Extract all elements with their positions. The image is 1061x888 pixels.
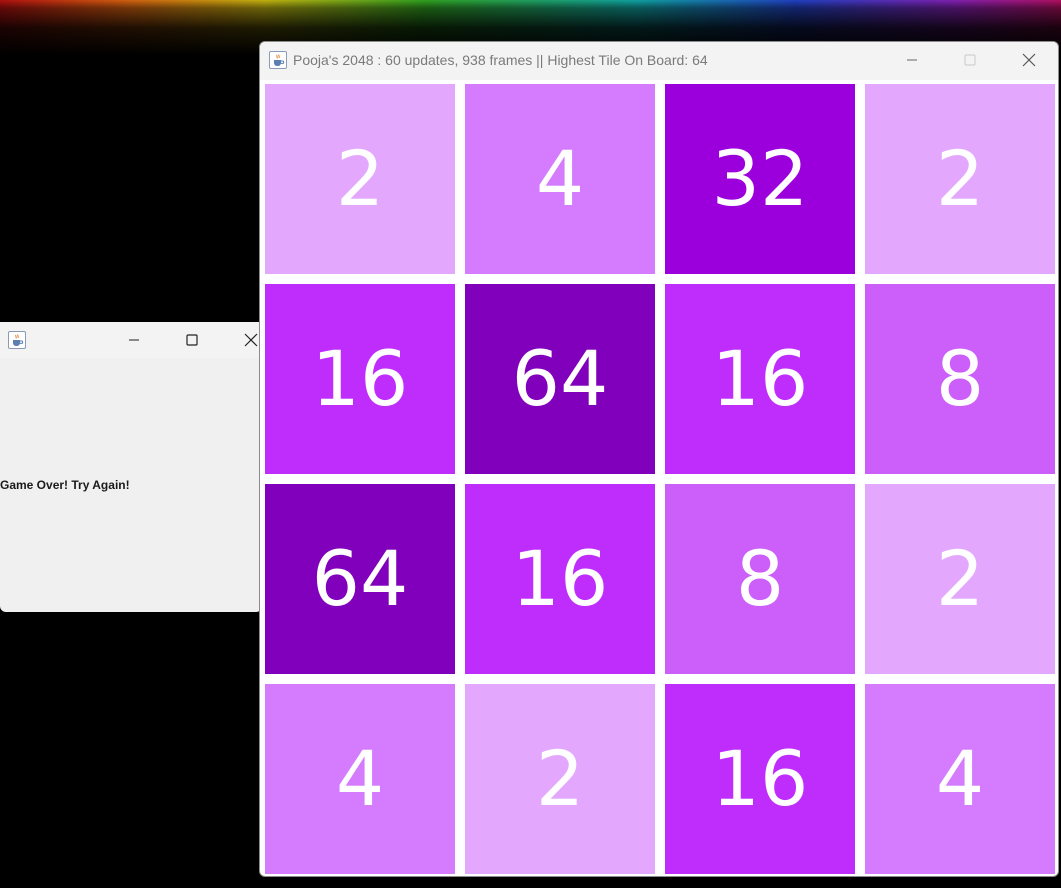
tile-r1-c2: 4 bbox=[465, 84, 655, 274]
minimize-icon bbox=[129, 339, 139, 341]
window-title: Pooja's 2048 : 60 updates, 938 frames ||… bbox=[293, 52, 708, 68]
tile-r3-c4: 2 bbox=[865, 484, 1055, 674]
close-icon bbox=[1022, 53, 1036, 67]
tile-r1-c3: 32 bbox=[665, 84, 855, 274]
maximize-icon bbox=[964, 54, 976, 66]
game-over-dialog: Game Over! Try Again! bbox=[0, 322, 262, 612]
dialog-minimize-button[interactable] bbox=[111, 322, 157, 358]
tile-r1-c4: 2 bbox=[865, 84, 1055, 274]
game-window: Pooja's 2048 : 60 updates, 938 frames ||… bbox=[259, 41, 1059, 877]
java-cup-icon bbox=[8, 331, 26, 349]
tile-r4-c1: 4 bbox=[265, 684, 455, 874]
game-close-button[interactable] bbox=[1006, 42, 1052, 78]
dialog-titlebar[interactable] bbox=[0, 322, 262, 358]
tile-r4-c4: 4 bbox=[865, 684, 1055, 874]
tile-r3-c2: 16 bbox=[465, 484, 655, 674]
java-cup-icon bbox=[269, 51, 287, 69]
game-board[interactable]: 2 4 32 2 16 64 16 8 64 16 8 2 4 2 16 4 bbox=[265, 84, 1057, 876]
tile-r2-c2: 64 bbox=[465, 284, 655, 474]
minimize-icon bbox=[907, 59, 917, 61]
tile-r1-c1: 2 bbox=[265, 84, 455, 274]
tile-r4-c2: 2 bbox=[465, 684, 655, 874]
game-titlebar[interactable]: Pooja's 2048 : 60 updates, 938 frames ||… bbox=[260, 42, 1058, 80]
tile-r2-c1: 16 bbox=[265, 284, 455, 474]
dialog-maximize-button[interactable] bbox=[169, 322, 215, 358]
tile-r3-c3: 8 bbox=[665, 484, 855, 674]
maximize-icon bbox=[186, 334, 198, 346]
game-over-message: Game Over! Try Again! bbox=[0, 478, 130, 492]
tile-r3-c1: 64 bbox=[265, 484, 455, 674]
tile-r2-c4: 8 bbox=[865, 284, 1055, 474]
tile-r2-c3: 16 bbox=[665, 284, 855, 474]
tile-r4-c3: 16 bbox=[665, 684, 855, 874]
game-maximize-button[interactable] bbox=[947, 42, 993, 78]
close-icon bbox=[244, 333, 258, 347]
dialog-close-button[interactable] bbox=[228, 322, 262, 358]
game-minimize-button[interactable] bbox=[889, 42, 935, 78]
